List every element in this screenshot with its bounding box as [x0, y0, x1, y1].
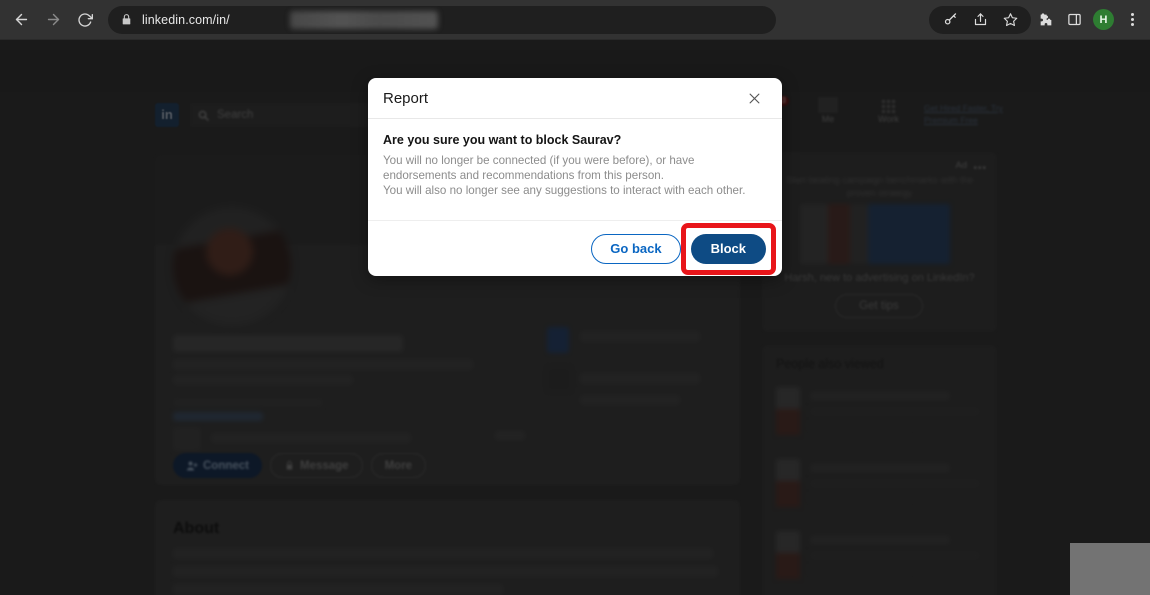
share-icon[interactable]: [967, 7, 993, 33]
browser-toolbar: linkedin.com/in/ H: [0, 0, 1150, 40]
dialog-body-line-2: You will also no longer see any suggesti…: [383, 184, 746, 197]
side-panel-icon[interactable]: [1061, 7, 1087, 33]
browser-profile-avatar[interactable]: H: [1093, 9, 1114, 30]
dialog-question: Are you sure you want to block Saurav?: [383, 133, 622, 147]
block-button-wrapper: Block: [680, 222, 776, 275]
close-icon[interactable]: [741, 85, 767, 111]
dialog-header: Report: [368, 78, 782, 119]
report-dialog: Report Are you sure you want to block Sa…: [368, 78, 782, 276]
toolbar-actions: H: [923, 5, 1150, 34]
key-icon[interactable]: [937, 7, 963, 33]
go-back-button[interactable]: Go back: [591, 233, 681, 264]
dialog-footer: Go back Block: [368, 220, 782, 276]
redacted-url-blur: [290, 10, 438, 29]
screenshot-root: linkedin.com/in/ H Report Are you sure y…: [0, 0, 1150, 595]
block-button[interactable]: Block: [690, 233, 766, 264]
omnibox-icon-group: [929, 5, 1031, 34]
dialog-body: Are you sure you want to block Saurav? Y…: [368, 119, 782, 220]
extensions-puzzle-icon[interactable]: [1033, 7, 1059, 33]
bookmark-star-icon[interactable]: [997, 7, 1023, 33]
back-arrow-icon[interactable]: [6, 5, 36, 35]
three-dot-menu-icon[interactable]: [1120, 7, 1144, 33]
navigation-controls: [0, 5, 100, 35]
address-bar[interactable]: linkedin.com/in/: [108, 5, 776, 34]
lock-icon: [120, 13, 133, 26]
dialog-title: Report: [383, 89, 429, 107]
url-text: linkedin.com/in/: [142, 12, 230, 27]
reload-icon[interactable]: [70, 5, 100, 35]
dialog-body-line-1: You will no longer be connected (if you …: [383, 154, 695, 182]
forward-arrow-icon[interactable]: [38, 5, 68, 35]
